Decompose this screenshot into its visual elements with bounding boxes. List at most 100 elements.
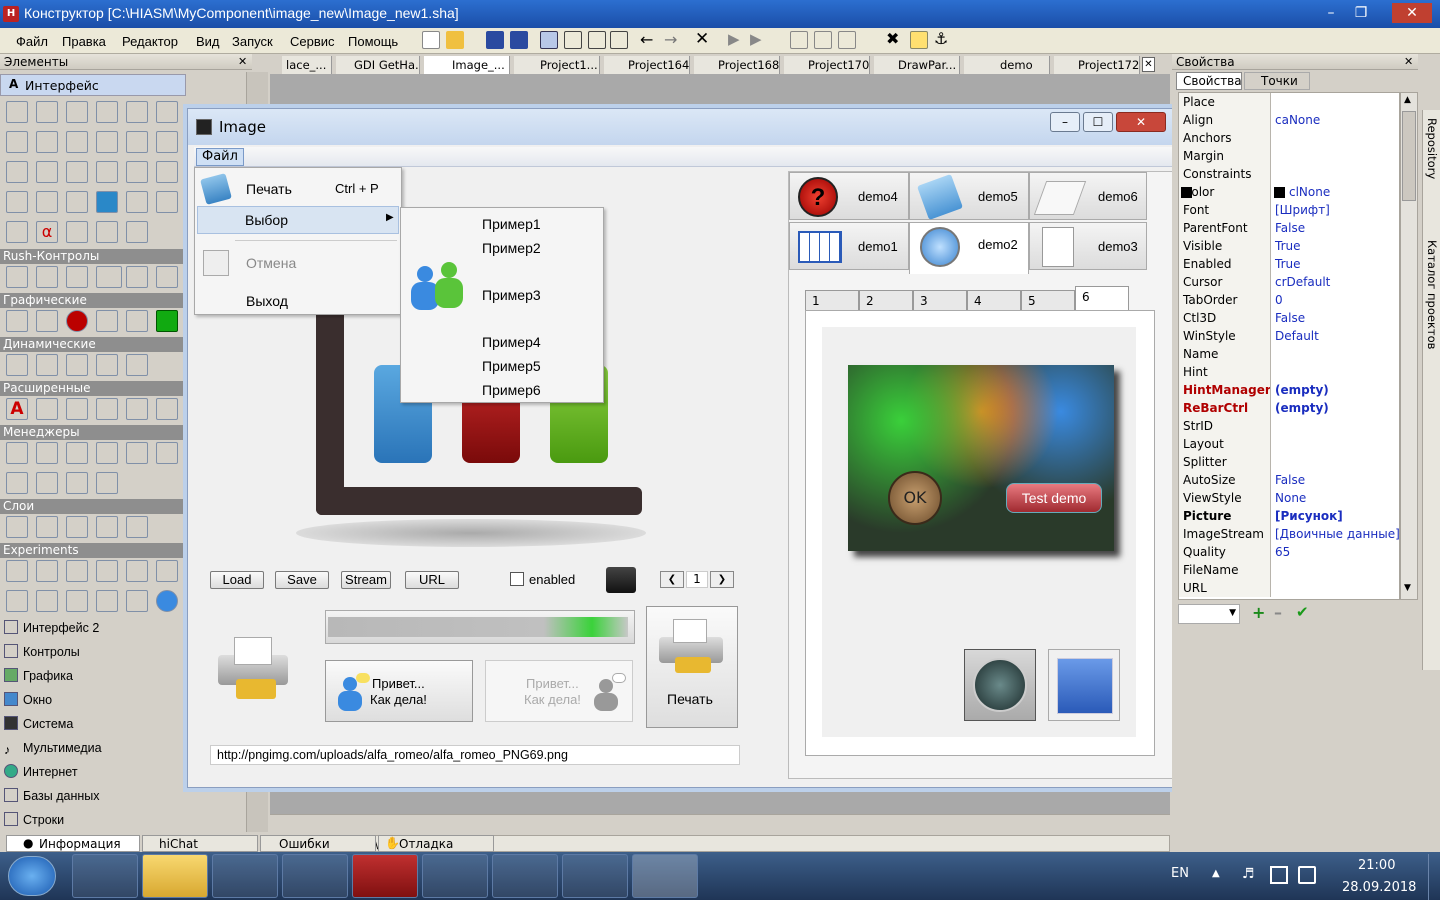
clock-time[interactable]: 21:00 xyxy=(1358,858,1395,873)
taskbar-notepad-icon[interactable] xyxy=(422,854,488,898)
palette-list-icon[interactable] xyxy=(36,131,58,153)
property-row[interactable]: StrID xyxy=(1179,417,1399,435)
palette-grid-icon[interactable] xyxy=(6,161,28,183)
graphics-line-icon[interactable] xyxy=(96,310,118,332)
palette-scroll-icon[interactable] xyxy=(96,191,118,213)
submenu-item-2[interactable]: Пример2 xyxy=(482,240,541,256)
manager-f-icon[interactable] xyxy=(156,442,178,464)
palette-window-icon[interactable] xyxy=(6,191,28,213)
dynamic-dialog-icon[interactable] xyxy=(96,354,118,376)
palette-checkbox-icon[interactable] xyxy=(66,101,88,123)
bottom-tab-errors[interactable]: Ошибки xyxy=(260,835,376,852)
manager-b-icon[interactable] xyxy=(36,442,58,464)
graphics-meter-icon[interactable] xyxy=(156,310,178,332)
palette-listview-icon[interactable] xyxy=(156,161,178,183)
layer-rows-icon[interactable] xyxy=(36,516,58,538)
manager-h-icon[interactable] xyxy=(36,472,58,494)
palette-image-icon[interactable] xyxy=(126,191,148,213)
tab-drawpar[interactable]: DrawPar... xyxy=(874,56,960,74)
help-icon[interactable] xyxy=(910,31,928,49)
property-row[interactable]: Picture [Рисунок] xyxy=(1179,507,1399,525)
exp-ie-icon[interactable] xyxy=(156,590,178,612)
group-experiments[interactable]: Experiments xyxy=(0,543,184,558)
exp-j-icon[interactable] xyxy=(6,590,28,612)
tab-project172[interactable]: Project172 xyxy=(1054,56,1140,74)
align-icon[interactable] xyxy=(588,31,606,49)
category-interface2[interactable]: Интерфейс 2 xyxy=(4,617,184,639)
menu-editor[interactable]: Редактор xyxy=(122,34,178,49)
tab-demo3[interactable]: demo3 xyxy=(1029,222,1147,270)
section-interface[interactable]: A Интерфейс xyxy=(0,74,186,96)
enabled-checkbox[interactable] xyxy=(510,572,524,586)
menu-item-cancel[interactable]: Отмена xyxy=(195,246,401,278)
category-multimedia[interactable]: ♪ Мультимедиа xyxy=(4,737,184,759)
number-tab-4[interactable]: 4 xyxy=(967,290,1021,310)
taskbar-ie-icon[interactable] xyxy=(282,854,348,898)
number-tab-6[interactable]: 6 xyxy=(1075,286,1129,310)
hello-button[interactable]: Привет... Как дела! xyxy=(325,660,473,722)
stream-button[interactable]: Stream xyxy=(341,571,391,589)
number-tab-2[interactable]: 2 xyxy=(859,290,913,310)
property-value[interactable]: clNone xyxy=(1271,183,1399,201)
property-vscroll[interactable]: ▲ ▼ xyxy=(1400,92,1418,600)
layer-columns-icon[interactable] xyxy=(6,516,28,538)
exp-a-icon[interactable] xyxy=(6,560,28,582)
counter-prev-button[interactable]: ❮ xyxy=(660,571,684,588)
exp-g-icon[interactable] xyxy=(96,560,118,582)
submenu-item-5[interactable]: Пример5 xyxy=(482,358,541,374)
exp-b-icon[interactable] xyxy=(36,560,58,582)
property-value[interactable]: False xyxy=(1271,471,1399,489)
blueprint-button[interactable] xyxy=(1048,649,1120,721)
property-value[interactable] xyxy=(1271,345,1399,363)
scroll-thumb[interactable] xyxy=(1402,111,1416,201)
property-row[interactable]: AutoSize False xyxy=(1179,471,1399,489)
hello-button-disabled[interactable]: Привет... Как дела! xyxy=(485,660,633,722)
grid-icon[interactable] xyxy=(564,31,582,49)
palette-trackbar-icon[interactable] xyxy=(126,161,148,183)
fit-icon[interactable] xyxy=(610,31,628,49)
apply-icon[interactable]: ✔ xyxy=(1296,603,1309,621)
group-managers[interactable]: Менеджеры xyxy=(0,425,184,440)
property-row[interactable]: TabOrder 0 xyxy=(1179,291,1399,309)
property-row[interactable]: Margin xyxy=(1179,147,1399,165)
preview-ok-button[interactable]: OK xyxy=(888,471,942,525)
edit-mode-icon[interactable] xyxy=(540,31,558,49)
rush-check-icon[interactable] xyxy=(6,266,28,288)
property-row[interactable]: ParentFont False xyxy=(1179,219,1399,237)
extended-inspect-icon[interactable] xyxy=(156,398,178,420)
property-row[interactable]: Enabled True xyxy=(1179,255,1399,273)
property-row[interactable]: Hint xyxy=(1179,363,1399,381)
property-value[interactable]: [Шрифт] xyxy=(1271,201,1399,219)
category-internet[interactable]: Интернет xyxy=(4,761,184,783)
extended-font-icon[interactable]: A xyxy=(6,398,28,420)
property-row[interactable]: Splitter xyxy=(1179,453,1399,471)
rush-edit-icon[interactable] xyxy=(96,266,122,288)
tab-demo2[interactable]: demo2 xyxy=(909,222,1029,274)
palette-okbutton-icon[interactable] xyxy=(156,101,178,123)
property-row[interactable]: URL xyxy=(1179,579,1399,597)
category-window[interactable]: Окно xyxy=(4,689,184,711)
palette-group-icon[interactable] xyxy=(96,131,118,153)
tab-image[interactable]: Image_... xyxy=(424,56,510,74)
group-rush[interactable]: Rush-Контролы xyxy=(0,249,184,264)
side-tab-repository[interactable]: Repository xyxy=(1425,118,1439,179)
dynamic-panel-icon[interactable] xyxy=(36,354,58,376)
property-row[interactable]: Ctl3D False xyxy=(1179,309,1399,327)
palette-progress-icon[interactable] xyxy=(66,191,88,213)
palette-table-icon[interactable] xyxy=(36,161,58,183)
category-databases[interactable]: Базы данных xyxy=(4,785,184,807)
scroll-down-icon[interactable]: ▼ xyxy=(1404,583,1411,593)
property-row[interactable]: Layout xyxy=(1179,435,1399,453)
graphics-shapes-icon[interactable] xyxy=(36,310,58,332)
tools-icon[interactable]: ✖ xyxy=(886,29,899,48)
exp-rw-icon[interactable] xyxy=(66,560,88,582)
bottom-tab-hichat[interactable]: hiChat xyxy=(142,835,258,852)
property-row[interactable]: Font [Шрифт] xyxy=(1179,201,1399,219)
menu-service[interactable]: Сервис xyxy=(290,34,335,49)
time-machine-button[interactable] xyxy=(964,649,1036,721)
panel-close-icon[interactable]: ✕ xyxy=(238,55,247,68)
tab-demo4[interactable]: ? demo4 xyxy=(789,172,909,220)
extended-edit-icon[interactable] xyxy=(36,398,58,420)
property-row[interactable]: WinStyle Default xyxy=(1179,327,1399,345)
save-all-icon[interactable] xyxy=(510,31,528,49)
